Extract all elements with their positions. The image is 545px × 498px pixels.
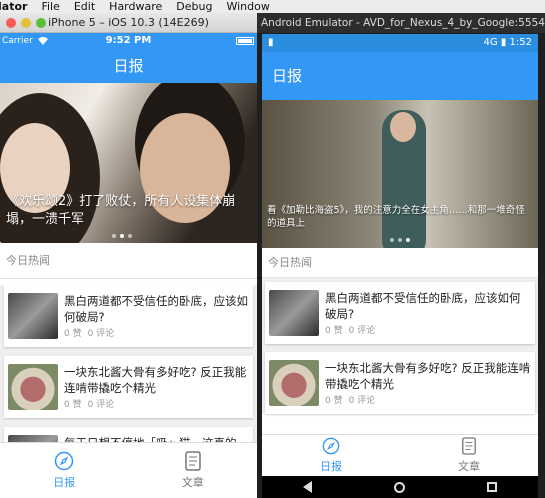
- carousel-dot[interactable]: [398, 238, 402, 242]
- article-title: 黑白两道都不受信任的卧底，应该如何破局?: [64, 294, 248, 324]
- article-card[interactable]: 黑白两道都不受信任的卧底，应该如何破局? 0 赞 0 评论: [265, 282, 535, 344]
- carousel-dot[interactable]: [128, 234, 132, 238]
- carousel-dots[interactable]: [390, 238, 410, 242]
- tab-label: 日报: [53, 476, 76, 489]
- ios-window-titlebar[interactable]: iPhone 5 – iOS 10.3 (14E269): [0, 13, 257, 33]
- carousel-dot[interactable]: [112, 234, 116, 238]
- article-thumbnail: [269, 360, 319, 406]
- status-time: 9:52 PM: [105, 35, 152, 46]
- article-card[interactable]: 一块东北酱大骨有多好吃? 反正我能连啃带撬吃个精光 0 赞 0 评论: [265, 352, 535, 414]
- document-icon: [462, 437, 476, 455]
- tab-daily[interactable]: 日报: [262, 435, 400, 476]
- android-status-bar: ▮ 4G ▮ 1:52: [262, 34, 538, 52]
- comment-count: 0 评论: [348, 396, 376, 406]
- tab-bar: 日报 文章: [262, 434, 538, 476]
- page-title: 日报: [113, 57, 144, 75]
- android-screen: ▮ 4G ▮ 1:52 日报 看《加勒比海盗5》，我的注意力全在女主角……和那一…: [262, 34, 538, 476]
- hero-image-face: [390, 112, 416, 142]
- article-card[interactable]: 黑白两道都不受信任的卧底，应该如何破局? 0 赞 0 评论: [4, 285, 253, 347]
- mac-menubar: lator File Edit Hardware Debug Window: [0, 0, 545, 13]
- ios-nav-bar: 日报: [0, 49, 257, 83]
- section-title: 今日热闻: [262, 248, 538, 278]
- android-window-titlebar[interactable]: Android Emulator - AVD_for_Nexus_4_by_Go…: [257, 13, 545, 33]
- carousel-dot-active[interactable]: [120, 234, 124, 238]
- battery-icon: [236, 37, 254, 45]
- hero-carousel[interactable]: 看《加勒比海盗5》，我的注意力全在女主角……和那一堆奇怪的道具上: [262, 100, 538, 248]
- like-count: 0 赞: [64, 329, 82, 339]
- android-nav-bar: [262, 476, 538, 498]
- status-right: 4G ▮ 1:52: [483, 37, 532, 48]
- comment-count: 0 评论: [348, 326, 376, 336]
- back-icon[interactable]: [303, 481, 312, 493]
- tab-bar: 日报 文章: [0, 442, 257, 498]
- article-thumbnail: [8, 293, 58, 339]
- android-window-title: Android Emulator - AVD_for_Nexus_4_by_Go…: [261, 17, 545, 29]
- menubar-app-name[interactable]: lator: [0, 0, 27, 13]
- close-window-button[interactable]: [6, 18, 16, 28]
- page-title: 日报: [272, 67, 303, 85]
- like-count: 0 赞: [325, 396, 343, 406]
- window-controls: [6, 18, 46, 28]
- article-title: 一块东北酱大骨有多好吃? 反正我能连啃带撬吃个精光: [325, 361, 531, 391]
- compass-icon: [322, 437, 340, 455]
- like-count: 0 赞: [64, 400, 82, 410]
- article-list: 黑白两道都不受信任的卧底，应该如何破局? 0 赞 0 评论 一块东北酱大骨有多好吃…: [262, 278, 538, 414]
- ios-simulator-window: iPhone 5 – iOS 10.3 (14E269) Carrier 9:5…: [0, 13, 257, 498]
- like-count: 0 赞: [325, 326, 343, 336]
- menu-file[interactable]: File: [41, 0, 59, 13]
- minimize-window-button[interactable]: [21, 18, 31, 28]
- article-title: 一块东北酱大骨有多好吃? 反正我能连啃带撬吃个精光: [64, 365, 247, 395]
- tab-label: 日报: [320, 460, 342, 473]
- article-thumbnail: [269, 290, 319, 336]
- section-title: 今日热闻: [0, 243, 257, 279]
- recents-icon[interactable]: [487, 482, 497, 492]
- hero-carousel[interactable]: 《欢乐颂2》打了败仗，所有人设集体崩塌，一溃千军: [0, 83, 257, 243]
- android-emulator-window: Android Emulator - AVD_for_Nexus_4_by_Go…: [257, 13, 545, 498]
- ios-window-title: iPhone 5 – iOS 10.3 (14E269): [48, 16, 209, 29]
- article-thumbnail: [8, 364, 58, 410]
- hero-caption[interactable]: 《欢乐颂2》打了败仗，所有人设集体崩塌，一溃千军: [6, 193, 251, 229]
- carousel-dots[interactable]: [112, 234, 132, 238]
- zoom-window-button[interactable]: [36, 18, 46, 28]
- menu-edit[interactable]: Edit: [74, 0, 95, 13]
- carousel-dot[interactable]: [390, 238, 394, 242]
- tab-label: 文章: [458, 460, 480, 473]
- comment-count: 0 评论: [87, 400, 115, 410]
- ios-status-bar: Carrier 9:52 PM: [0, 33, 257, 49]
- tab-articles[interactable]: 文章: [400, 435, 538, 476]
- article-card[interactable]: 一块东北酱大骨有多好吃? 反正我能连啃带撬吃个精光 0 赞 0 评论: [4, 356, 253, 418]
- compass-icon: [55, 451, 74, 471]
- network-label: 4G: [483, 37, 498, 48]
- menu-window[interactable]: Window: [226, 0, 269, 13]
- tab-articles[interactable]: 文章: [129, 443, 258, 498]
- carousel-dot-active[interactable]: [406, 238, 410, 242]
- hero-caption[interactable]: 看《加勒比海盗5》，我的注意力全在女主角……和那一堆奇怪的道具上: [267, 204, 533, 230]
- menu-hardware[interactable]: Hardware: [109, 0, 162, 13]
- android-toolbar: 日报: [262, 52, 538, 100]
- tab-daily[interactable]: 日报: [0, 443, 129, 498]
- status-time: 1:52: [509, 37, 532, 48]
- menu-debug[interactable]: Debug: [176, 0, 212, 13]
- article-title: 黑白两道都不受信任的卧底，应该如何破局?: [325, 291, 521, 321]
- notification-icon: ▮: [268, 37, 274, 48]
- document-icon: [185, 451, 201, 471]
- comment-count: 0 评论: [87, 329, 115, 339]
- home-icon[interactable]: [394, 481, 405, 493]
- tab-label: 文章: [181, 476, 204, 489]
